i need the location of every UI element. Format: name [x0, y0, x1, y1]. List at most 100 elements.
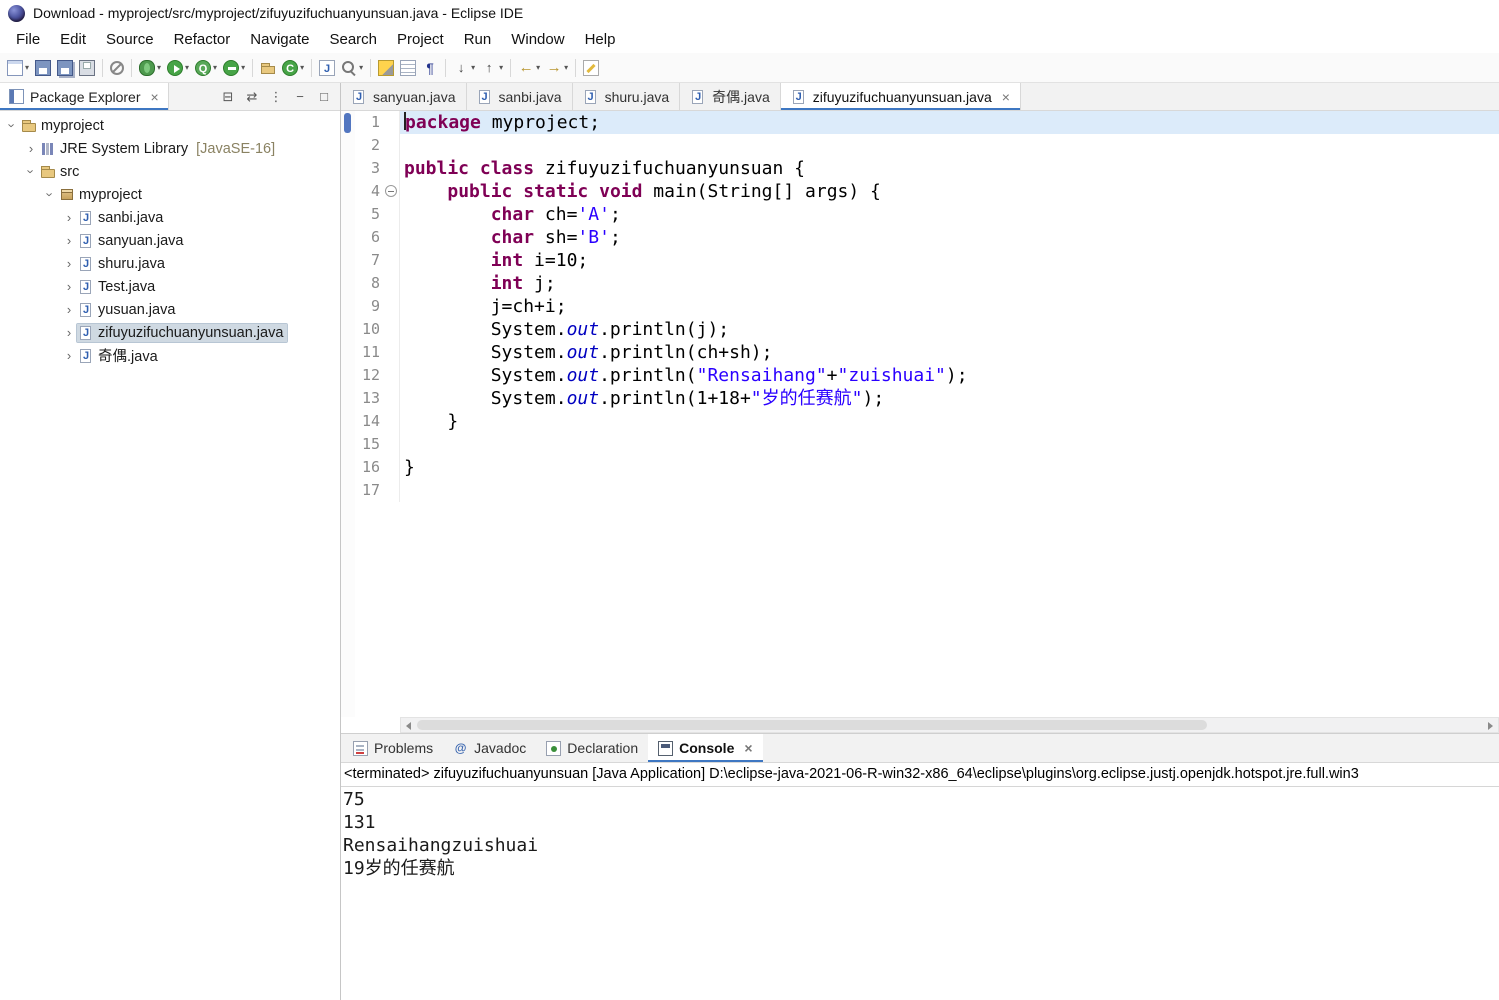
chevron-right-icon[interactable]: › — [61, 210, 77, 225]
code-line-text[interactable]: } — [400, 456, 1499, 479]
dropdown-arrow-icon[interactable]: ▾ — [536, 63, 540, 72]
dropdown-arrow-icon[interactable]: ▾ — [564, 63, 568, 72]
chevron-down-icon[interactable]: › — [43, 187, 58, 203]
menu-run[interactable]: Run — [454, 29, 502, 50]
menu-project[interactable]: Project — [387, 29, 454, 50]
code-line-text[interactable]: public class zifuyuzifuchuanyunsuan { — [400, 157, 1499, 180]
print-button[interactable] — [76, 56, 98, 80]
chevron-right-icon[interactable]: › — [61, 279, 77, 294]
previous-annotation-button[interactable]: ↑ ▾ — [478, 56, 506, 80]
dropdown-arrow-icon[interactable]: ▾ — [241, 63, 245, 72]
dropdown-arrow-icon[interactable]: ▾ — [300, 63, 304, 72]
chevron-right-icon[interactable]: › — [61, 256, 77, 271]
code-line-text[interactable]: j=ch+i; — [400, 295, 1499, 318]
menu-source[interactable]: Source — [96, 29, 164, 50]
save-all-button[interactable] — [54, 56, 76, 80]
code-line-text[interactable] — [400, 433, 1499, 456]
code-line-text[interactable]: int i=10; — [400, 249, 1499, 272]
chevron-right-icon[interactable]: › — [61, 302, 77, 317]
last-edit-location-button[interactable] — [580, 56, 602, 80]
menu-file[interactable]: File — [6, 29, 50, 50]
code-line-text[interactable]: System.out.println(j); — [400, 318, 1499, 341]
view-tab-console[interactable]: Console × — [648, 734, 763, 762]
skip-all-breakpoints-button[interactable] — [107, 56, 127, 80]
code-line-text[interactable]: public static void main(String[] args) { — [400, 180, 1499, 203]
view-tab-problems[interactable]: Problems — [343, 734, 443, 762]
code-line-text[interactable] — [400, 479, 1499, 502]
editor-horizontal-scrollbar[interactable] — [400, 717, 1499, 733]
editor-tab[interactable]: sanyuan.java — [341, 83, 467, 110]
editor-tab[interactable]: shuru.java — [573, 83, 681, 110]
next-annotation-button[interactable]: ↓ ▾ — [450, 56, 478, 80]
tree-item[interactable]: › sanbi.java — [0, 206, 340, 229]
code-line-text[interactable] — [400, 134, 1499, 157]
dropdown-arrow-icon[interactable]: ▾ — [157, 63, 161, 72]
dropdown-arrow-icon[interactable]: ▾ — [499, 63, 503, 72]
menu-edit[interactable]: Edit — [50, 29, 96, 50]
chevron-right-icon[interactable]: › — [61, 233, 77, 248]
coverage-button[interactable]: ▾ — [192, 56, 220, 80]
view-tab-javadoc[interactable]: Javadoc — [443, 734, 536, 762]
new-java-project-button[interactable] — [257, 56, 279, 80]
tree-item[interactable]: › src — [0, 160, 340, 183]
scrollbar-thumb[interactable] — [417, 720, 1207, 730]
chevron-right-icon[interactable]: › — [61, 348, 77, 363]
menu-help[interactable]: Help — [575, 29, 626, 50]
tree-item[interactable]: › sanyuan.java — [0, 229, 340, 252]
code-line-text[interactable]: System.out.println(1+18+"岁的任赛航"); — [400, 387, 1499, 410]
scroll-right-icon[interactable] — [1482, 718, 1498, 732]
code-line-text[interactable]: char sh='B'; — [400, 226, 1499, 249]
search-button[interactable]: ▾ — [338, 56, 366, 80]
tree-item[interactable]: › yusuan.java — [0, 298, 340, 321]
code-line-text[interactable]: System.out.println("Rensaihang"+"zuishua… — [400, 364, 1499, 387]
show-whitespace-button[interactable]: ¶ — [419, 56, 441, 80]
chevron-down-icon[interactable]: › — [5, 118, 20, 134]
save-button[interactable] — [32, 56, 54, 80]
editor-tab[interactable]: sanbi.java — [467, 83, 573, 110]
forward-button[interactable]: → ▾ — [543, 56, 571, 80]
tree-item[interactable]: › myproject — [0, 183, 340, 206]
tab-close-icon[interactable]: × — [744, 740, 752, 756]
tree-item[interactable]: › Test.java — [0, 275, 340, 298]
menu-refactor[interactable]: Refactor — [164, 29, 241, 50]
fold-ruler[interactable] — [383, 180, 400, 203]
tree-item[interactable]: › shuru.java — [0, 252, 340, 275]
console-output[interactable]: 75 131 Rensaihangzuishuai 19岁的任赛航 — [341, 787, 1499, 1000]
code-line-text[interactable]: char ch='A'; — [400, 203, 1499, 226]
code-line-text[interactable]: int j; — [400, 272, 1499, 295]
editor-tab[interactable]: zifuyuzifuchuanyunsuan.java × — [780, 83, 1021, 110]
run-external-tools-button[interactable]: ▾ — [220, 56, 248, 80]
link-with-editor-icon[interactable]: ⇄ — [242, 87, 262, 107]
tree-item[interactable]: › myproject — [0, 114, 340, 137]
code-line-text[interactable]: System.out.println(ch+sh); — [400, 341, 1499, 364]
code-line-text[interactable]: } — [400, 410, 1499, 433]
dropdown-arrow-icon[interactable]: ▾ — [213, 63, 217, 72]
package-explorer-close-icon[interactable]: × — [151, 89, 159, 105]
dropdown-arrow-icon[interactable]: ▾ — [359, 63, 363, 72]
dropdown-arrow-icon[interactable]: ▾ — [185, 63, 189, 72]
view-menu-icon[interactable]: ⋮ — [266, 87, 286, 107]
collapse-all-icon[interactable]: ⊟ — [218, 87, 238, 107]
new-wizard-button[interactable]: ▾ — [4, 56, 32, 80]
toggle-mark-occurrences-button[interactable] — [375, 56, 397, 80]
annotation-ruler[interactable] — [341, 111, 355, 717]
tab-close-icon[interactable]: × — [1002, 89, 1010, 105]
maximize-icon[interactable]: □ — [314, 87, 334, 107]
view-tab-declaration[interactable]: Declaration — [536, 734, 648, 762]
open-type-button[interactable] — [316, 56, 338, 80]
show-annotations-button[interactable] — [397, 56, 419, 80]
code-editor[interactable]: 1 package myproject; 2 3 public class zifuyu… — [341, 111, 1499, 717]
chevron-down-icon[interactable]: › — [24, 164, 39, 180]
code-line-text[interactable]: package myproject; — [400, 111, 1499, 134]
dropdown-arrow-icon[interactable]: ▾ — [25, 63, 29, 72]
tree-item[interactable]: › 奇偶.java — [0, 344, 340, 367]
package-explorer-tab[interactable]: Package Explorer × — [0, 83, 169, 110]
tree-item[interactable]: › zifuyuzifuchuanyunsuan.java — [0, 321, 340, 344]
editor-tab[interactable]: 奇偶.java — [680, 83, 781, 110]
tree-item[interactable]: › JRE System Library [JavaSE-16] — [0, 137, 340, 160]
debug-button[interactable]: ▾ — [136, 56, 164, 80]
dropdown-arrow-icon[interactable]: ▾ — [471, 63, 475, 72]
menu-window[interactable]: Window — [501, 29, 574, 50]
scroll-left-icon[interactable] — [401, 718, 417, 732]
menu-navigate[interactable]: Navigate — [240, 29, 319, 50]
